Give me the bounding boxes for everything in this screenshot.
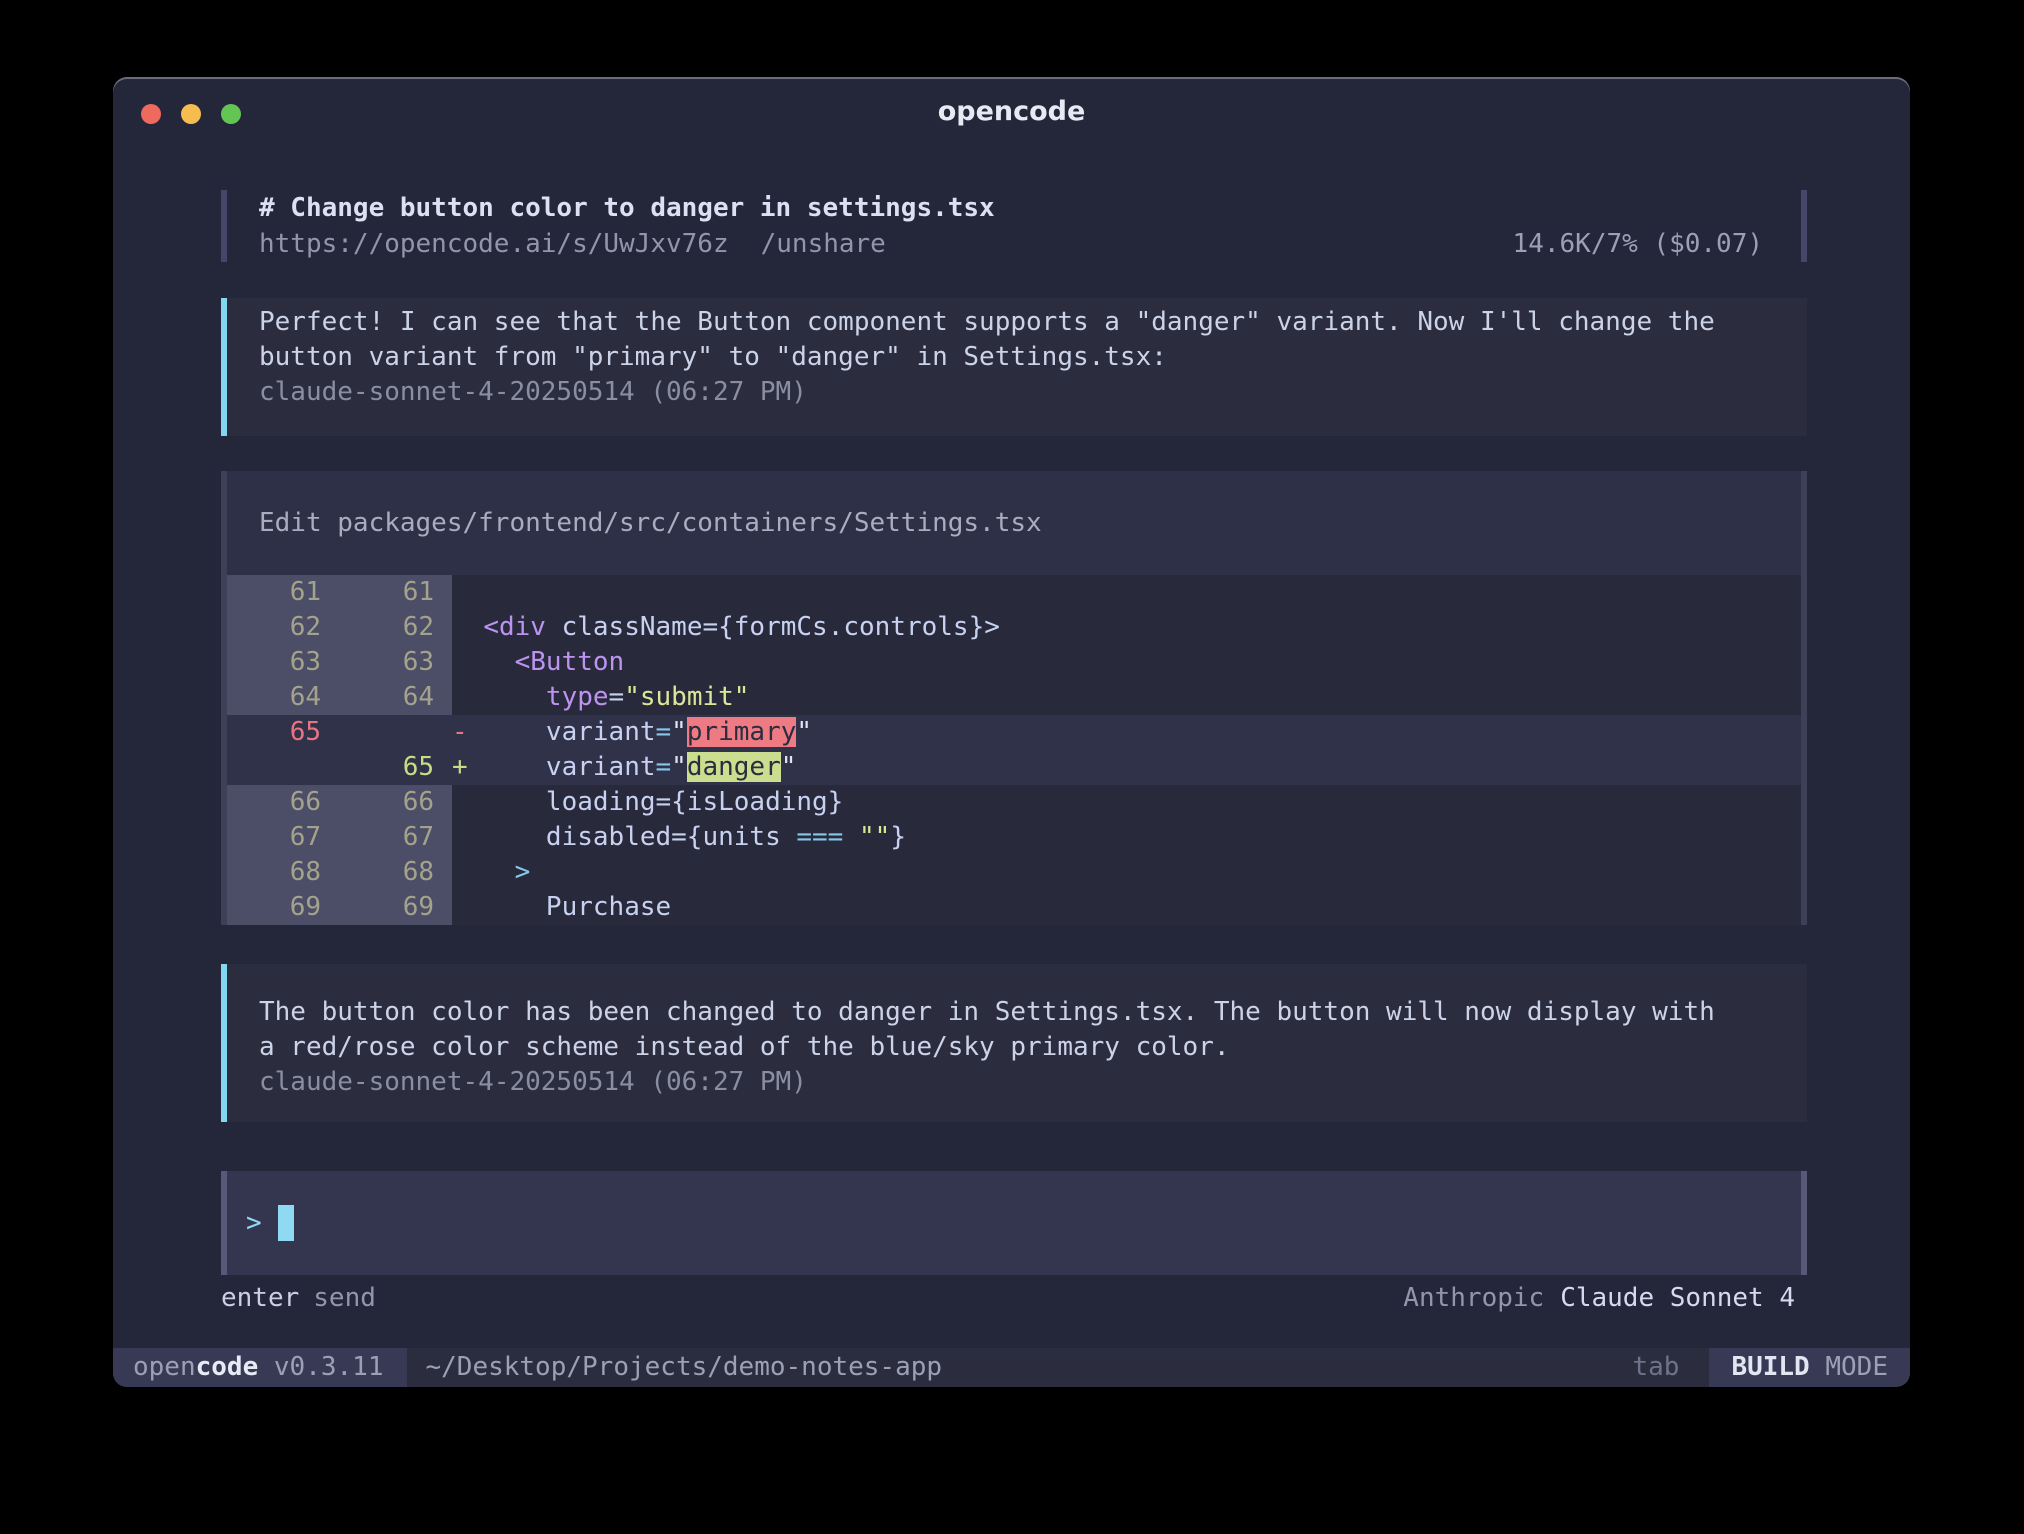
diff-new-line-number: 69 [336,890,452,925]
diff-row: 6161 [221,575,1807,610]
tab-key-hint[interactable]: tab [1632,1348,1679,1387]
app-name-open: open [133,1352,196,1382]
text-cursor [278,1205,294,1241]
message-text-line: The button color has been changed to dan… [259,995,1807,1030]
diff-old-line-number: 69 [221,890,336,925]
context-stats: 14.6K/7% ($0.07) [1513,226,1763,262]
diff-old-line-number: 65 [221,715,336,750]
model-timestamp: claude-sonnet-4-20250514 (06:27 PM) [259,1065,1807,1100]
input-right-border [1801,1171,1807,1275]
window-title: opencode [113,77,1910,145]
diff-old-line-number: 63 [221,645,336,680]
diff-new-line-number: 67 [336,820,452,855]
app-name-code: code [196,1352,259,1382]
session-header: # Change button color to danger in setti… [221,190,1807,262]
diff-new-line-number: 65 [336,750,452,785]
status-bar: opencode v0.3.11 ~/Desktop/Projects/demo… [113,1348,1910,1387]
message-text-line: Perfect! I can see that the Button compo… [259,305,1807,340]
diff-new-line-number: 63 [336,645,452,680]
mode-suffix: MODE [1810,1352,1888,1382]
assistant-message-after: The button color has been changed to dan… [221,964,1807,1122]
diff-old-line-number: 66 [221,785,336,820]
diff-new-line-number [336,715,452,750]
diff-row: 65 - variant="primary" [221,715,1807,750]
message-text-line: a red/rose color scheme instead of the b… [259,1030,1807,1065]
session-left-border [221,190,227,262]
diff-row: 6464 type="submit" [221,680,1807,715]
message-accent-bar [221,298,227,436]
send-action-hint: send [313,1281,376,1316]
hints-row: enter send Anthropic Claude Sonnet 4 [221,1281,1807,1316]
tool-right-border [1801,471,1807,925]
diff-row: 65+ variant="danger" [221,750,1807,785]
diff-old-line-number: 61 [221,575,336,610]
opencode-window: opencode # Change button color to danger… [113,77,1910,1387]
diff-row: 6969 Purchase [221,890,1807,925]
build-mode-chip: BUILD MODE [1709,1348,1910,1387]
diff-row: 6666 loading={isLoading} [221,785,1807,820]
provider-label: Anthropic [1403,1281,1544,1316]
unshare-command: /unshare [761,226,886,262]
app-version: v0.3.11 [258,1352,383,1382]
tool-left-border [221,471,227,925]
diff-new-line-number: 68 [336,855,452,890]
titlebar: opencode [113,77,1910,145]
working-directory: ~/Desktop/Projects/demo-notes-app [425,1348,942,1387]
message-accent-bar [221,964,227,1122]
diff-row: 6868 > [221,855,1807,890]
url-gap [729,226,761,262]
diff-row: 6262 <div className={formCs.controls}> [221,610,1807,645]
diff-rows: 61616262 <div className={formCs.controls… [221,575,1807,925]
edit-tool-block: Edit packages/frontend/src/containers/Se… [221,471,1807,925]
diff-new-line-number: 62 [336,610,452,645]
session-title: # Change button color to danger in setti… [259,190,1763,226]
diff-code-line: loading={isLoading} [452,785,1807,820]
mode-name: BUILD [1731,1352,1809,1382]
diff-code-line: > [452,855,1807,890]
enter-key-hint: enter [221,1281,299,1316]
assistant-message-before: Perfect! I can see that the Button compo… [221,298,1807,436]
edit-tool-title: Edit packages/frontend/src/containers/Se… [221,471,1807,575]
diff-new-line-number: 66 [336,785,452,820]
diff-old-line-number: 67 [221,820,336,855]
prompt-chevron: > [246,1208,262,1238]
diff-old-line-number: 62 [221,610,336,645]
diff-new-line-number: 64 [336,680,452,715]
model-timestamp: claude-sonnet-4-20250514 (06:27 PM) [259,375,1807,410]
diff-new-line-number: 61 [336,575,452,610]
model-label: Claude Sonnet 4 [1560,1281,1795,1316]
diff-code-line [452,575,1807,610]
diff-old-line-number [221,750,336,785]
diff-code-line: + variant="danger" [452,750,1807,785]
share-url: https://opencode.ai/s/UwJxv76z [259,226,729,262]
diff-code-line: type="submit" [452,680,1807,715]
input-left-border [221,1171,227,1275]
diff-code-line: - variant="primary" [452,715,1807,750]
diff-old-line-number: 68 [221,855,336,890]
diff-code-line: Purchase [452,890,1807,925]
diff-code-line: disabled={units === ""} [452,820,1807,855]
app-version-chip: opencode v0.3.11 [113,1348,407,1387]
message-text-line: button variant from "primary" to "danger… [259,340,1807,375]
diff-old-line-number: 64 [221,680,336,715]
diff-row: 6363 <Button [221,645,1807,680]
session-right-border [1801,190,1807,262]
prompt-input[interactable]: > [221,1171,1807,1275]
diff-code-line: <Button [452,645,1807,680]
diff-code-line: <div className={formCs.controls}> [452,610,1807,645]
diff-row: 6767 disabled={units === ""} [221,820,1807,855]
